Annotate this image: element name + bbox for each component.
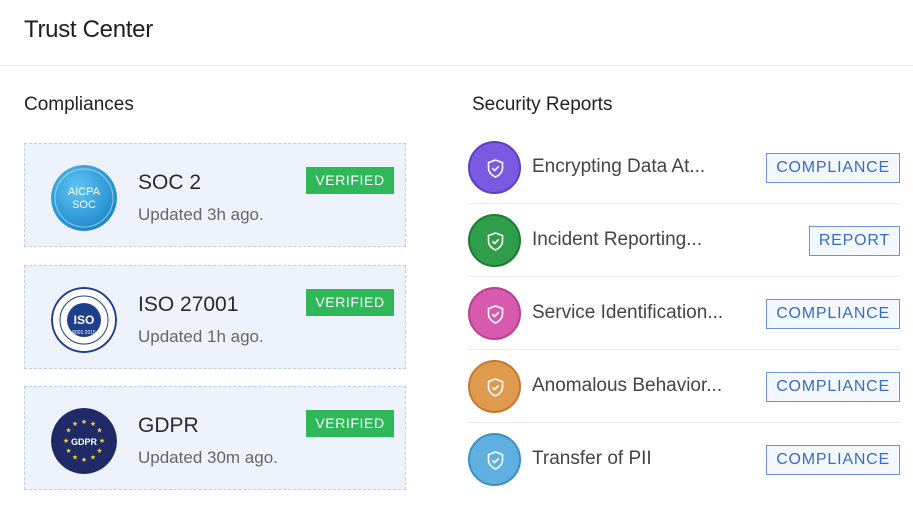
verified-badge: VERIFIED (306, 410, 394, 437)
svg-text:ISO: ISO (74, 313, 95, 327)
security-report-item[interactable]: Service Identification... COMPLIANCE (468, 277, 900, 350)
svg-text:★: ★ (72, 454, 78, 462)
security-report-item[interactable]: Anomalous Behavior... COMPLIANCE (468, 350, 900, 423)
verified-badge: VERIFIED (306, 289, 394, 316)
page-title: Trust Center (24, 16, 153, 43)
compliance-card-iso27001[interactable]: ISO 9001:2015 ISO 27001 Updated 1h ago. … (24, 265, 406, 369)
compliance-tag[interactable]: COMPLIANCE (766, 445, 900, 475)
security-report-item[interactable]: Encrypting Data At... COMPLIANCE (468, 131, 900, 204)
compliance-updated: Updated 3h ago. (138, 205, 264, 224)
compliance-name: ISO 27001 (138, 293, 239, 316)
shield-check-icon (468, 433, 521, 486)
security-report-item[interactable]: Transfer of PII COMPLIANCE (468, 423, 900, 496)
svg-text:★: ★ (99, 437, 105, 445)
shield-check-icon (468, 214, 521, 267)
svg-text:9001:2015: 9001:2015 (72, 330, 96, 336)
report-label: Service Identification... (532, 302, 724, 323)
svg-text:SOC: SOC (72, 199, 96, 211)
report-label: Transfer of PII (532, 448, 652, 469)
svg-text:AICPA: AICPA (68, 186, 101, 198)
compliance-tag[interactable]: COMPLIANCE (766, 372, 900, 402)
iso-certified-icon: ISO 9001:2015 (51, 287, 117, 353)
svg-text:★: ★ (96, 447, 102, 455)
compliances-title: Compliances (24, 94, 134, 115)
svg-text:★: ★ (63, 437, 69, 445)
svg-text:★: ★ (96, 427, 102, 435)
security-report-item[interactable]: Incident Reporting... REPORT (468, 204, 900, 277)
report-tag[interactable]: REPORT (808, 226, 900, 256)
svg-text:★: ★ (81, 418, 87, 426)
compliance-tag[interactable]: COMPLIANCE (766, 299, 900, 329)
compliance-card-soc2[interactable]: AICPA SOC SOC 2 Updated 3h ago. VERIFIED (24, 143, 406, 247)
svg-text:★: ★ (65, 447, 71, 455)
compliance-tag[interactable]: COMPLIANCE (766, 153, 900, 183)
svg-text:★: ★ (72, 420, 78, 428)
compliance-name: SOC 2 (138, 171, 202, 194)
report-label: Incident Reporting... (532, 229, 703, 250)
compliance-updated: Updated 30m ago. (138, 448, 278, 467)
gdpr-icon: ★ ★ ★ ★ ★ ★ ★ ★ ★ ★ ★ ★ GDPR (51, 408, 117, 474)
security-reports-title: Security Reports (472, 94, 613, 115)
aicpa-soc-icon: AICPA SOC (51, 165, 117, 231)
shield-check-icon (468, 287, 521, 340)
svg-text:★: ★ (90, 454, 96, 462)
shield-check-icon (468, 141, 521, 194)
compliance-card-gdpr[interactable]: ★ ★ ★ ★ ★ ★ ★ ★ ★ ★ ★ ★ GDPR GDPR Updated 30m ag… (24, 386, 406, 490)
svg-text:GDPR: GDPR (71, 437, 98, 447)
compliance-updated: Updated 1h ago. (138, 327, 264, 346)
header: Trust Center (0, 0, 913, 66)
svg-text:★: ★ (90, 420, 96, 428)
report-label: Anomalous Behavior... (532, 375, 723, 396)
verified-badge: VERIFIED (306, 167, 394, 194)
svg-text:★: ★ (81, 456, 87, 464)
compliance-name: GDPR (138, 414, 199, 437)
report-label: Encrypting Data At... (532, 156, 706, 177)
shield-check-icon (468, 360, 521, 413)
svg-text:★: ★ (65, 427, 71, 435)
